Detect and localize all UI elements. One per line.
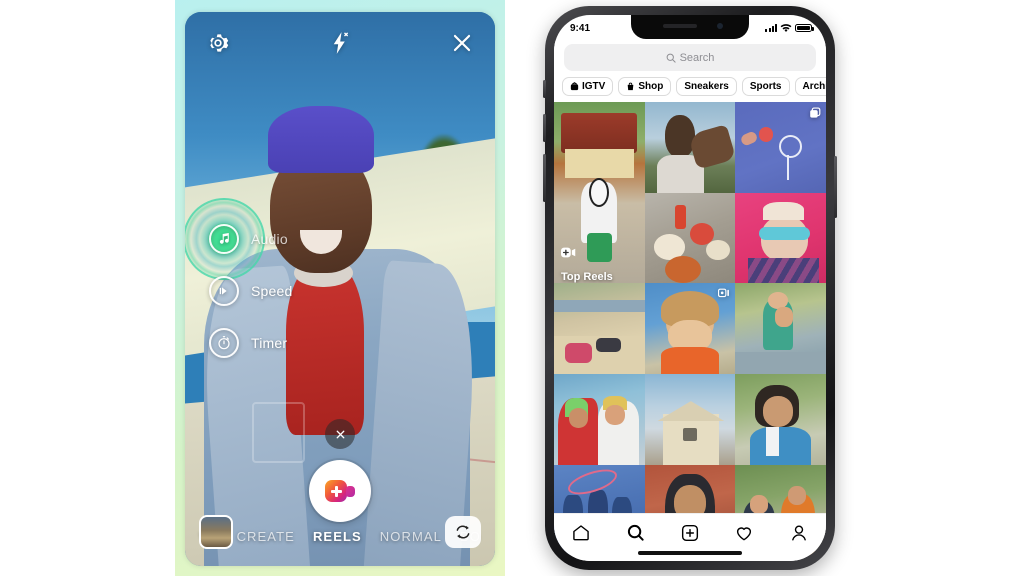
jacket-pocket — [251, 401, 305, 464]
grid-cell-photo[interactable] — [735, 192, 826, 284]
chip-architecture[interactable]: Architect — [794, 77, 827, 96]
igtv-icon — [570, 82, 579, 91]
grid-cell-photo[interactable] — [735, 283, 826, 374]
power-button[interactable] — [834, 156, 837, 218]
grid-cell-photo[interactable] — [644, 192, 736, 284]
home-indicator[interactable] — [638, 551, 742, 555]
close-icon — [336, 430, 344, 438]
grid-feature-right — [644, 102, 826, 284]
grid-cell-photo[interactable] — [644, 102, 736, 193]
screenshot-root: Audio Speed Timer CREATE REELS NORMAL 9:… — [0, 0, 1024, 576]
tab-profile[interactable] — [789, 523, 809, 543]
camera-tool-rail: Audio Speed Timer — [185, 198, 292, 358]
tab-home[interactable] — [571, 523, 591, 543]
dismiss-tools-button[interactable] — [325, 419, 355, 449]
home-icon — [573, 524, 589, 540]
cellular-signal-icon — [765, 24, 777, 32]
person-icon — [791, 524, 806, 541]
plus-square-icon — [681, 524, 699, 541]
grid-cell-carousel[interactable] — [735, 102, 826, 193]
grid-cell-photo[interactable] — [554, 373, 645, 465]
chip-sports-label: Sports — [749, 81, 782, 92]
timer-clock-icon[interactable] — [209, 328, 239, 358]
chip-sports[interactable]: Sports — [741, 77, 790, 96]
flip-camera-button[interactable] — [445, 516, 481, 548]
close-icon[interactable] — [449, 30, 475, 56]
gear-icon[interactable] — [205, 30, 231, 56]
chip-architecture-label: Architect — [802, 81, 827, 92]
search-icon — [627, 524, 644, 541]
gallery-thumbnail[interactable] — [199, 515, 233, 549]
tool-speed-label: Speed — [251, 283, 293, 299]
search-icon — [666, 53, 676, 63]
grid-feature-row: Top Reels — [554, 102, 826, 284]
reels-camera-panel: Audio Speed Timer CREATE REELS NORMAL — [175, 0, 505, 576]
carousel-icon — [809, 107, 821, 119]
flip-camera-icon — [456, 525, 470, 539]
video-camera-icon — [718, 288, 730, 298]
explore-grid: Top Reels — [554, 102, 826, 556]
tool-timer[interactable]: Timer — [209, 328, 292, 358]
tool-speed[interactable]: Speed — [209, 276, 292, 306]
mute-switch[interactable] — [543, 80, 546, 98]
chip-sneakers-label: Sneakers — [684, 81, 729, 92]
reels-record-icon — [325, 480, 355, 502]
grid-cell-photo[interactable] — [644, 373, 736, 465]
grid-row — [644, 192, 826, 284]
search-placeholder: Search — [679, 51, 715, 64]
camera-bottom-bar — [185, 512, 495, 552]
heart-icon — [737, 526, 752, 540]
tool-audio[interactable]: Audio — [185, 198, 292, 280]
tab-activity[interactable] — [734, 523, 754, 543]
chip-shop-label: Shop — [638, 81, 664, 92]
status-time: 9:41 — [570, 22, 591, 34]
tab-create[interactable] — [680, 523, 700, 543]
wifi-icon — [780, 23, 792, 32]
reels-camera-screen: Audio Speed Timer CREATE REELS NORMAL — [185, 12, 495, 566]
grid-cell-top-reels[interactable]: Top Reels — [554, 102, 645, 284]
grid-cell-photo[interactable] — [735, 373, 826, 465]
battery-full-icon — [795, 23, 814, 33]
grid-row — [644, 102, 826, 193]
status-indicators — [765, 23, 814, 33]
iphone-device: 9:41 Search IGTV Shop Sneakers Sports Ar… — [543, 6, 837, 570]
category-chip-row: IGTV Shop Sneakers Sports Architect — [554, 77, 826, 102]
tool-timer-label: Timer — [251, 335, 288, 351]
shopping-bag-icon — [628, 82, 634, 91]
beanie-hat — [267, 106, 375, 173]
flash-off-icon[interactable] — [327, 30, 353, 56]
search-section: Search — [554, 41, 826, 77]
speed-play-icon[interactable] — [209, 276, 239, 306]
grid-cell-photo[interactable] — [554, 283, 645, 374]
chip-igtv[interactable]: IGTV — [562, 77, 614, 96]
camera-top-bar — [185, 12, 495, 74]
iphone-screen: 9:41 Search IGTV Shop Sneakers Sports Ar… — [554, 15, 826, 561]
chip-sneakers[interactable]: Sneakers — [676, 77, 737, 96]
chip-igtv-label: IGTV — [582, 81, 606, 92]
tool-audio-label: Audio — [251, 231, 288, 247]
search-input[interactable]: Search — [564, 44, 816, 71]
music-note-icon[interactable] — [209, 224, 239, 254]
chip-shop[interactable]: Shop — [618, 77, 672, 96]
tab-search[interactable] — [626, 523, 646, 543]
grid-cell-video[interactable] — [644, 283, 736, 374]
reels-video-icon — [561, 246, 576, 259]
status-bar: 9:41 — [554, 15, 826, 41]
grid-row — [554, 373, 826, 465]
grid-row — [554, 283, 826, 374]
